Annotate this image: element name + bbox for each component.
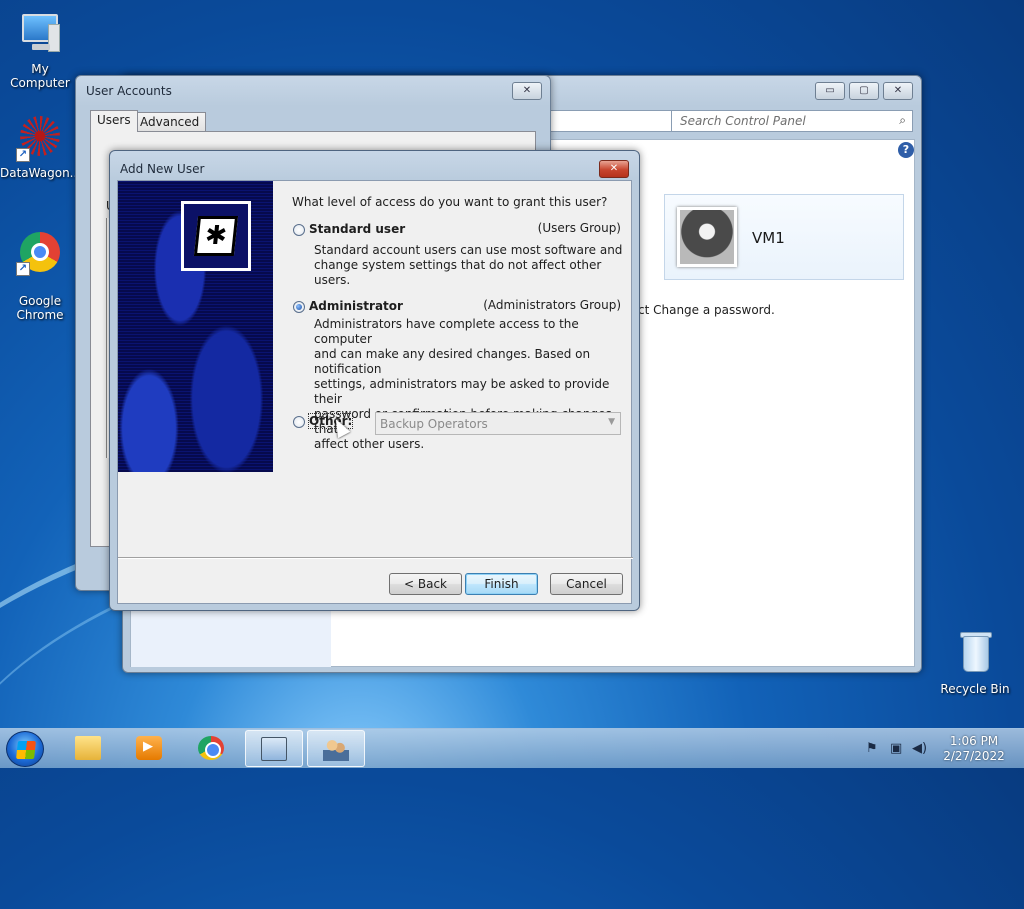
- user-tile[interactable]: VM1: [664, 194, 904, 280]
- windows-logo-icon: [16, 741, 36, 759]
- close-button[interactable]: ✕: [599, 160, 629, 178]
- close-button[interactable]: ✕: [512, 82, 542, 100]
- search-input[interactable]: Search Control Panel ⌕: [671, 110, 913, 132]
- flag-icon[interactable]: ⚑: [866, 741, 878, 756]
- desktop-icon-recycle-bin[interactable]: Recycle Bin: [935, 630, 1015, 696]
- user-key-icon: ✱: [181, 201, 251, 271]
- folder-icon: [75, 736, 101, 760]
- other-radio[interactable]: [293, 416, 305, 428]
- maximize-button[interactable]: ▢: [849, 82, 879, 100]
- standard-user-label[interactable]: Standard user: [309, 222, 405, 236]
- user-avatar: [677, 207, 737, 267]
- finish-button[interactable]: Finish: [465, 573, 538, 595]
- search-placeholder: Search Control Panel: [680, 114, 806, 128]
- taskbar-user-accounts[interactable]: [307, 730, 365, 767]
- clock-time: 1:06 PM: [949, 734, 999, 748]
- user-tile-name: VM1: [752, 229, 785, 247]
- taskbar-explorer[interactable]: [60, 730, 118, 767]
- change-password-text: ct Change a password.: [638, 303, 775, 317]
- button-separator: [118, 557, 633, 559]
- desktop-icon-datawagon[interactable]: ↗ DataWagon...: [0, 114, 82, 180]
- chrome-icon: ↗: [16, 228, 64, 276]
- control-panel-icon: [261, 737, 287, 761]
- media-player-icon: [136, 736, 162, 760]
- wizard-banner-image: ✱: [118, 181, 273, 472]
- administrator-label[interactable]: Administrator: [309, 299, 403, 313]
- desktop-icon-label: DataWagon...: [0, 166, 82, 180]
- taskbar: ⚑ ▣ ◀) 1:06 PM 2/27/2022: [0, 728, 1024, 768]
- tab-users[interactable]: Users: [90, 110, 138, 132]
- access-question: What level of access do you want to gran…: [292, 195, 608, 209]
- taskbar-media-player[interactable]: [121, 730, 179, 767]
- chrome-icon: [198, 736, 224, 760]
- desktop-icon-label: Google Chrome: [16, 294, 64, 322]
- window-title: User Accounts: [86, 84, 172, 98]
- minimize-button[interactable]: ▭: [815, 82, 845, 100]
- key-glyph: ✱: [193, 216, 239, 256]
- other-group-select[interactable]: Backup Operators ▼: [375, 412, 621, 435]
- administrator-radio[interactable]: [293, 301, 305, 313]
- cancel-button[interactable]: Cancel: [550, 573, 623, 595]
- desktop-icon-label: Recycle Bin: [940, 682, 1010, 696]
- help-icon[interactable]: ?: [898, 142, 914, 158]
- standard-user-radio[interactable]: [293, 224, 305, 236]
- dialog-body: ✱ What level of access do you want to gr…: [117, 180, 633, 604]
- standard-user-group: (Users Group): [537, 221, 621, 235]
- start-button[interactable]: [6, 731, 44, 767]
- computer-icon: [16, 10, 64, 58]
- datawagon-icon: ↗: [16, 114, 64, 162]
- taskbar-control-panel[interactable]: [245, 730, 303, 767]
- volume-icon[interactable]: ◀): [912, 741, 927, 756]
- dialog-title: Add New User: [120, 162, 205, 176]
- tab-advanced[interactable]: Advanced: [133, 112, 207, 132]
- system-clock[interactable]: 1:06 PM 2/27/2022: [942, 734, 1006, 764]
- back-button[interactable]: < Back: [389, 573, 462, 595]
- other-group-value: Backup Operators: [380, 417, 488, 431]
- taskbar-chrome[interactable]: [183, 730, 241, 767]
- clock-date: 2/27/2022: [943, 749, 1005, 763]
- shortcut-arrow-icon: ↗: [16, 262, 30, 276]
- network-icon[interactable]: ▣: [890, 741, 902, 756]
- desktop-icon-google-chrome[interactable]: ↗ Google Chrome: [0, 214, 80, 336]
- add-new-user-dialog[interactable]: Add New User ✕ ✱ What level of access do…: [109, 150, 640, 611]
- shortcut-arrow-icon: ↗: [16, 148, 30, 162]
- recycle-bin-icon: [951, 630, 999, 678]
- standard-user-description: Standard account users can use most soft…: [314, 243, 623, 287]
- search-icon[interactable]: ⌕: [899, 113, 906, 128]
- close-button[interactable]: ✕: [883, 82, 913, 100]
- desktop-icon-label: My Computer: [10, 62, 70, 90]
- users-icon: [323, 737, 349, 761]
- chevron-down-icon[interactable]: ▼: [608, 417, 615, 427]
- desktop-icon-my-computer[interactable]: My Computer: [0, 10, 80, 90]
- administrator-group: (Administrators Group): [483, 298, 621, 312]
